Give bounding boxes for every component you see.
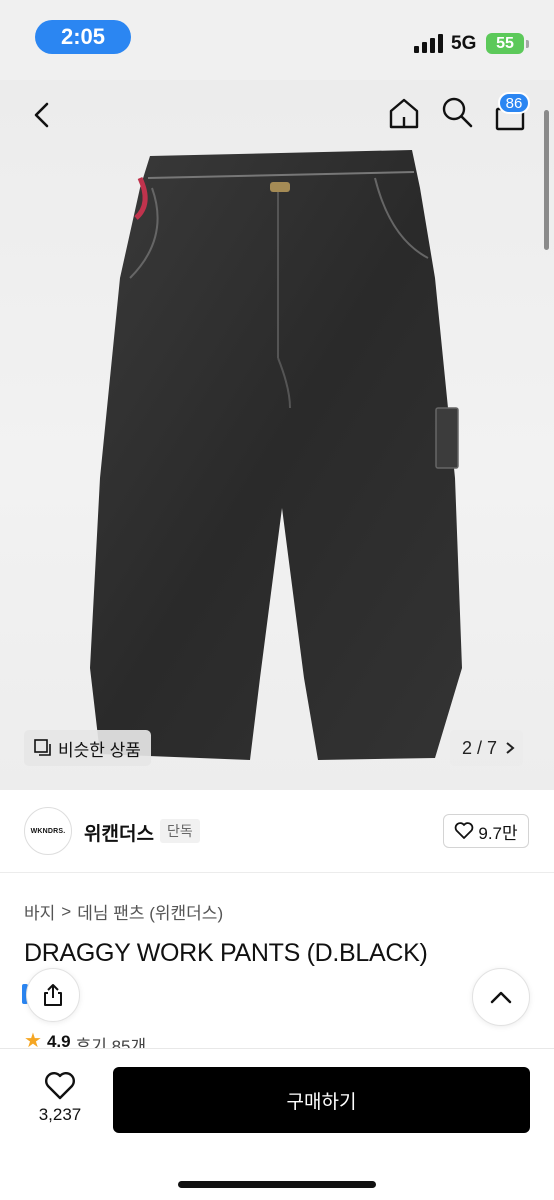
brand-logo-text: WKNDRS. bbox=[30, 827, 66, 835]
battery-icon: 55 bbox=[486, 33, 524, 54]
battery-level: 55 bbox=[496, 34, 514, 52]
battery-cap bbox=[526, 40, 529, 48]
similar-items-button[interactable]: 비슷한 상품 bbox=[24, 730, 151, 766]
cart-count-badge: 86 bbox=[498, 92, 530, 114]
divider bbox=[0, 872, 554, 873]
network-type: 5G bbox=[451, 33, 477, 54]
heart-icon[interactable] bbox=[44, 1071, 76, 1101]
chevron-right-icon bbox=[506, 742, 515, 754]
chevron-up-icon bbox=[490, 991, 512, 1004]
brand-like-button[interactable]: 9.7만 bbox=[443, 814, 529, 848]
brand-logo[interactable]: WKNDRS. bbox=[24, 807, 72, 855]
status-time: 2:05 bbox=[35, 20, 131, 54]
home-icon[interactable] bbox=[386, 95, 422, 131]
breadcrumb-category[interactable]: 바지 bbox=[24, 899, 55, 924]
brand-like-count: 9.7만 bbox=[478, 823, 518, 843]
image-pager[interactable]: 2 / 7 bbox=[450, 730, 524, 766]
status-bar: 2:05 5G 55 bbox=[0, 0, 554, 80]
pager-text: 2 / 7 bbox=[462, 737, 498, 758]
share-button[interactable] bbox=[26, 968, 80, 1022]
signal-icon bbox=[414, 33, 443, 53]
breadcrumb-separator: > bbox=[61, 901, 72, 921]
brand-name[interactable]: 위캔더스 bbox=[84, 819, 154, 846]
search-icon[interactable] bbox=[440, 95, 474, 129]
exclusive-badge: 단독 bbox=[160, 819, 200, 843]
scrollbar[interactable] bbox=[544, 110, 549, 250]
breadcrumb: 바지 > 데님 팬츠 (위캔더스) bbox=[24, 899, 223, 924]
buy-button[interactable]: 구매하기 bbox=[113, 1067, 530, 1133]
similar-items-label: 비슷한 상품 bbox=[58, 740, 141, 760]
scroll-to-top-button[interactable] bbox=[472, 968, 530, 1026]
bottom-action-bar: 3,237 구매하기 bbox=[0, 1048, 554, 1200]
wishlist-count: 3,237 bbox=[38, 1105, 82, 1124]
chevron-left-icon[interactable] bbox=[26, 98, 60, 132]
similar-items-icon bbox=[34, 739, 51, 756]
home-indicator[interactable] bbox=[178, 1181, 376, 1188]
product-title: DRAGGY WORK PANTS (D.BLACK) bbox=[24, 939, 428, 967]
breadcrumb-subcategory[interactable]: 데님 팬츠 (위캔더스) bbox=[77, 899, 223, 924]
product-photo bbox=[90, 150, 462, 760]
product-image-carousel[interactable]: 86 비슷한 상품 2 / 7 bbox=[0, 80, 554, 790]
share-icon bbox=[44, 984, 62, 1006]
brand-row[interactable]: WKNDRS. 위캔더스 단독 9.7만 bbox=[0, 790, 554, 872]
heart-icon bbox=[455, 822, 474, 839]
